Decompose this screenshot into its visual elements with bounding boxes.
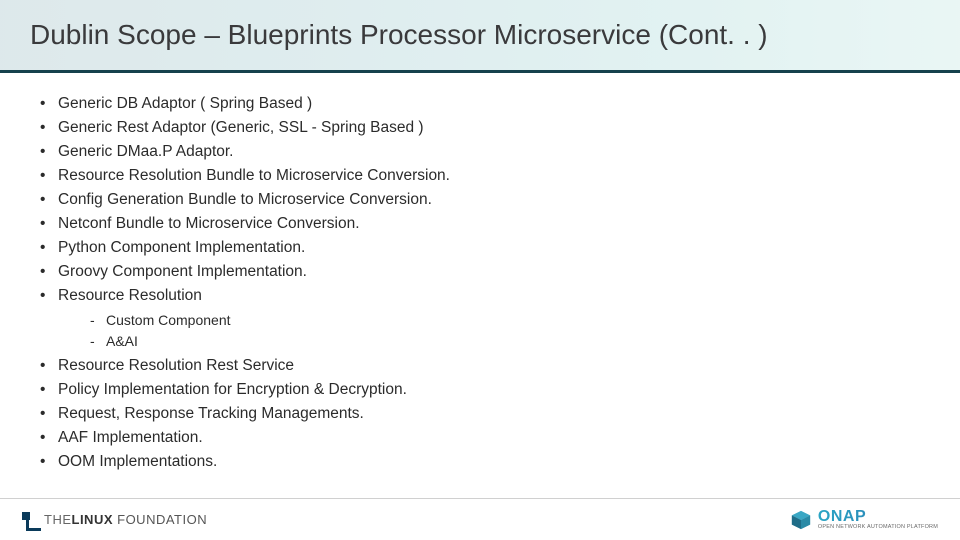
- list-item: Netconf Bundle to Microservice Conversio…: [40, 212, 920, 236]
- list-item: Generic DMaa.P Adaptor.: [40, 140, 920, 164]
- onap-tagline: OPEN NETWORK AUTOMATION PLATFORM: [818, 525, 938, 531]
- linux-foundation-logo: THELINUX FOUNDATION: [22, 512, 207, 528]
- slide-title: Dublin Scope – Blueprints Processor Micr…: [0, 19, 768, 51]
- linux-foundation-text: THELINUX FOUNDATION: [44, 512, 207, 527]
- title-bar: Dublin Scope – Blueprints Processor Micr…: [0, 0, 960, 70]
- bullet-list: Resource Resolution Rest Service Policy …: [40, 354, 920, 474]
- bullet-list: Generic DB Adaptor ( Spring Based ) Gene…: [40, 92, 920, 308]
- sub-bullet-list: Custom Component A&AI: [90, 310, 920, 352]
- lf-linux: LINUX: [72, 512, 114, 527]
- onap-logo: ONAP OPEN NETWORK AUTOMATION PLATFORM: [790, 509, 938, 531]
- list-item: Request, Response Tracking Managements.: [40, 402, 920, 426]
- list-item: AAF Implementation.: [40, 426, 920, 450]
- lf-foundation: FOUNDATION: [117, 512, 207, 527]
- list-item: OOM Implementations.: [40, 450, 920, 474]
- linux-foundation-icon: [22, 512, 38, 528]
- onap-name: ONAP: [818, 509, 938, 525]
- list-item: Resource Resolution: [40, 284, 920, 308]
- list-item: Custom Component: [90, 310, 920, 331]
- footer: THELINUX FOUNDATION ONAP OPEN NETWORK AU…: [0, 498, 960, 540]
- list-item: Config Generation Bundle to Microservice…: [40, 188, 920, 212]
- list-item: Python Component Implementation.: [40, 236, 920, 260]
- content-area: Generic DB Adaptor ( Spring Based ) Gene…: [40, 92, 920, 474]
- slide: Dublin Scope – Blueprints Processor Micr…: [0, 0, 960, 540]
- list-item: Policy Implementation for Encryption & D…: [40, 378, 920, 402]
- title-underline: [0, 70, 960, 73]
- list-item: Generic DB Adaptor ( Spring Based ): [40, 92, 920, 116]
- lf-the: THE: [44, 512, 72, 527]
- onap-text: ONAP OPEN NETWORK AUTOMATION PLATFORM: [818, 509, 938, 531]
- list-item: Generic Rest Adaptor (Generic, SSL - Spr…: [40, 116, 920, 140]
- list-item: Groovy Component Implementation.: [40, 260, 920, 284]
- onap-icon: [790, 509, 812, 531]
- list-item: Resource Resolution Bundle to Microservi…: [40, 164, 920, 188]
- list-item: A&AI: [90, 331, 920, 352]
- list-item: Resource Resolution Rest Service: [40, 354, 920, 378]
